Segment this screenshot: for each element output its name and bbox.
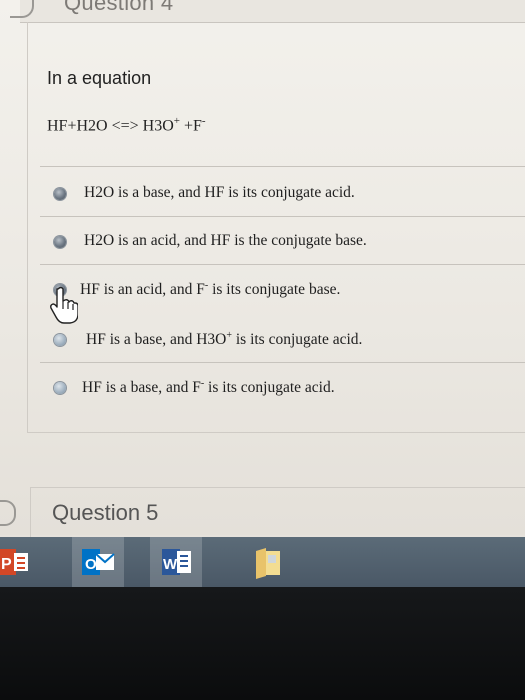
answer-option-label: HF is a base, and H3O+ is its conjugate …: [86, 330, 363, 349]
answer-option-1[interactable]: H2O is a base, and HF is its conjugate a…: [40, 176, 525, 216]
powerpoint-icon: P: [0, 549, 28, 575]
question-5-title: Question 5: [52, 500, 159, 525]
taskbar-file-explorer[interactable]: [248, 537, 288, 587]
hand-cursor-icon: [50, 286, 78, 324]
answer-option-3[interactable]: HF is an acid, and F- is its conjugate b…: [40, 272, 525, 312]
radio-button[interactable]: [54, 382, 66, 394]
svg-text:O: O: [85, 556, 97, 573]
svg-text:W: W: [163, 556, 178, 573]
answer-option-4[interactable]: HF is a base, and H3O+ is its conjugate …: [40, 322, 525, 362]
taskbar-word[interactable]: W: [150, 537, 202, 587]
divider: [40, 362, 525, 363]
answer-option-5[interactable]: HF is a base, and F- is its conjugate ac…: [40, 370, 525, 410]
answer-option-label: HF is a base, and F- is its conjugate ac…: [82, 378, 335, 397]
answer-option-label: H2O is a base, and HF is its conjugate a…: [84, 184, 355, 201]
svg-text:P: P: [1, 556, 12, 573]
radio-button[interactable]: [54, 236, 66, 248]
word-icon: W: [162, 549, 191, 575]
radio-button[interactable]: [54, 334, 66, 346]
expand-arrow-icon[interactable]: [0, 500, 16, 526]
answer-option-label: H2O is an acid, and HF is the conjugate …: [84, 232, 367, 249]
taskbar-outlook[interactable]: O: [72, 537, 124, 587]
equation-mid: +F: [179, 117, 202, 135]
folder-icon: [256, 548, 280, 579]
question-4-header: Question 4: [10, 0, 525, 23]
equation: HF+H2O <=> H3O+ +F-: [47, 115, 206, 135]
radio-button[interactable]: [54, 188, 66, 200]
quiz-page: Question 4 In a equation HF+H2O <=> H3O+…: [0, 0, 525, 540]
outlook-icon: O: [82, 549, 115, 575]
equation-left: HF+H2O <=> H3O: [47, 117, 174, 135]
monitor-bezel: [0, 587, 525, 700]
answer-option-label: HF is an acid, and F- is its conjugate b…: [80, 280, 341, 299]
equation-charge-minus: -: [201, 115, 206, 127]
answer-option-2[interactable]: H2O is an acid, and HF is the conjugate …: [40, 224, 525, 264]
taskbar-powerpoint[interactable]: P: [0, 537, 32, 587]
question-4-title: Question 4: [64, 0, 174, 15]
question-prompt: In a equation: [47, 68, 152, 88]
taskbar: P O W: [0, 537, 525, 587]
divider: [40, 264, 525, 265]
divider: [40, 166, 525, 167]
collapse-arrow-icon[interactable]: [10, 0, 34, 18]
divider: [40, 216, 525, 217]
